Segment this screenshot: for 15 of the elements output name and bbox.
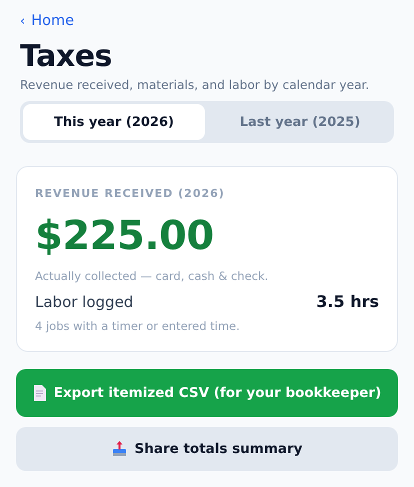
year-tab[interactable]: Last year (2025)	[209, 104, 391, 140]
metric-note: 4 jobs with a timer or entered time.	[35, 319, 241, 333]
year-tab[interactable]: This year (2026)	[23, 104, 205, 140]
card-heading: REVENUE RECEIVED (2026)	[35, 187, 226, 200]
back-link[interactable]: ‹ Home	[20, 13, 74, 29]
document-icon	[32, 385, 46, 401]
share-button[interactable]: Share totals summary	[16, 427, 398, 471]
export-button[interactable]: Export itemized CSV (for your bookkeeper)	[16, 369, 398, 417]
metric-value: 3.5 hrs	[316, 292, 379, 311]
page-subtitle: Revenue received, materials, and labor by calendar year.	[20, 78, 370, 92]
outbox-icon	[112, 441, 127, 457]
page-title: Taxes	[20, 38, 113, 76]
amount-note: Actually collected — card, cash & check.	[35, 269, 270, 283]
metric-label: Labor logged	[35, 292, 134, 310]
revenue-amount: $225.00	[35, 212, 215, 261]
